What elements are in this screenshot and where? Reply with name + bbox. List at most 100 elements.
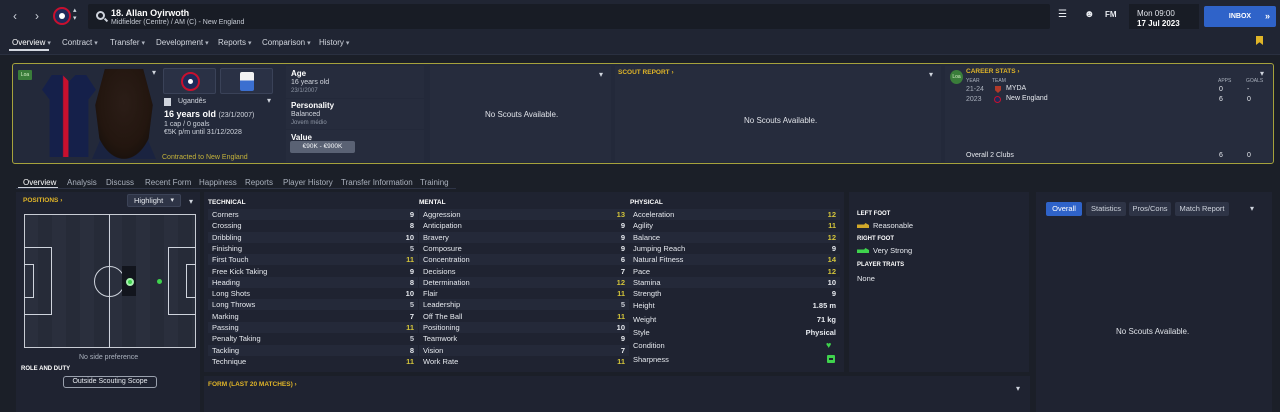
tab-training[interactable]: Training (420, 178, 449, 187)
left-foot-title: LEFT FOOT (857, 211, 891, 217)
attribute-row[interactable]: Leadership 5 (423, 300, 625, 311)
tab-match-report[interactable]: Match Report (1175, 202, 1229, 216)
back-arrow-icon[interactable]: ‹ (8, 9, 22, 23)
style-row: Style Physical (633, 328, 836, 339)
inbox-button[interactable]: INBOX (1204, 6, 1276, 27)
chevron-down-icon[interactable]: ▾ (599, 70, 603, 79)
positions-title[interactable]: POSITIONS › (23, 197, 62, 204)
attribute-row[interactable]: Acceleration 12 (633, 210, 836, 221)
attribute-row[interactable]: Aggression 13 (423, 210, 625, 221)
tab-discuss[interactable]: Discuss (106, 178, 134, 187)
date-display[interactable]: Mon 09:00 17 Jul 2023 (1129, 4, 1199, 29)
attribute-row[interactable]: Passing 11 (212, 323, 414, 334)
chevron-down-icon[interactable]: ▾ (1260, 69, 1264, 78)
primary-position-dot[interactable] (126, 278, 134, 286)
tab-pros-cons[interactable]: Pros/Cons (1129, 202, 1171, 216)
secondary-position-dot[interactable] (157, 279, 162, 284)
search-icon[interactable] (96, 11, 105, 20)
attribute-name: Technique (212, 356, 247, 366)
chevron-down-icon[interactable]: ▾ (929, 70, 933, 79)
menu-contract[interactable]: Contract (62, 38, 98, 47)
fm-logo[interactable]: FM (1105, 10, 1117, 19)
tab-transfer-information[interactable]: Transfer Information (341, 178, 413, 187)
attribute-row[interactable]: Dribbling 10 (212, 233, 414, 244)
forward-arrow-icon[interactable]: › (30, 9, 44, 23)
no-scouts-text: No Scouts Available. (485, 110, 559, 119)
career-stats-title[interactable]: CAREER STATS › (966, 68, 1020, 75)
menu-transfer[interactable]: Transfer (110, 38, 145, 47)
attribute-row[interactable]: Natural Fitness 14 (633, 255, 836, 266)
attribute-row[interactable]: First Touch 11 (212, 255, 414, 266)
attribute-name: Long Throws (212, 300, 256, 310)
chevron-down-icon[interactable]: ▾ (1016, 384, 1020, 393)
tab-statistics[interactable]: Statistics (1086, 202, 1126, 216)
attribute-row[interactable]: Long Throws 5 (212, 300, 414, 311)
nationality-label[interactable]: Ugandês (178, 98, 206, 105)
tab-overview[interactable]: Overview (23, 178, 56, 187)
attribute-row[interactable]: Technique 11 (212, 357, 414, 368)
position-pitch[interactable] (24, 214, 196, 348)
skull-icon[interactable]: ☻ (1084, 9, 1095, 20)
chevron-down-icon[interactable]: ▾ (152, 68, 156, 77)
attribute-row[interactable]: Bravery 9 (423, 233, 625, 244)
contracted-to[interactable]: Contracted to New England (162, 154, 248, 161)
menu-comparison[interactable]: Comparison (262, 38, 311, 47)
player-face-image[interactable] (92, 69, 156, 159)
career-team[interactable]: New England (1006, 95, 1048, 102)
up-down-arrows-icon[interactable]: ▴ ▾ (73, 7, 77, 23)
attribute-value: 7 (409, 311, 414, 321)
attribute-row[interactable]: Concentration 6 (423, 255, 625, 266)
scout-report-title[interactable]: SCOUT REPORT › (618, 69, 674, 76)
menu-active-underline (9, 49, 49, 51)
attribute-row[interactable]: Heading 8 (212, 278, 414, 289)
attribute-row[interactable]: Work Rate 11 (423, 357, 625, 368)
attribute-name: Composure (423, 243, 462, 253)
attribute-row[interactable]: Tackling 8 (212, 346, 414, 357)
age-line: 16 years old (164, 109, 217, 119)
attribute-row[interactable]: Vision 7 (423, 346, 625, 357)
tab-reports[interactable]: Reports (245, 178, 273, 187)
player-subtitle: Midfielder (Centre) / AM (C) - New Engla… (111, 19, 245, 26)
club-badge-icon[interactable] (53, 7, 71, 25)
value-range-pill[interactable]: €90K - €900K (290, 141, 355, 153)
tab-player-history[interactable]: Player History (283, 178, 333, 187)
attribute-name: Jumping Reach (633, 243, 686, 253)
caps-goals: 1 cap / 0 goals (164, 121, 210, 128)
menu-icon[interactable]: ☰ (1058, 9, 1067, 20)
form-title[interactable]: FORM (LAST 20 MATCHES) › (208, 381, 297, 388)
chevron-down-icon[interactable]: ▾ (1250, 204, 1254, 213)
highlight-select[interactable]: Highlight ▾ (127, 194, 181, 207)
height-value: 1.85 m (812, 301, 836, 310)
tab-overall[interactable]: Overall (1046, 202, 1082, 216)
sharpness-row: Sharpness (633, 355, 823, 366)
nation-flag-icon (240, 72, 254, 91)
club-badge-box[interactable] (163, 68, 216, 94)
attribute-row[interactable]: Strength 9 (633, 289, 836, 300)
attribute-row[interactable]: Positioning 10 (423, 323, 625, 334)
tab-happiness[interactable]: Happiness (199, 178, 237, 187)
career-apps: 6 (1219, 96, 1223, 103)
menu-development[interactable]: Development (156, 38, 209, 47)
menu-history[interactable]: History (319, 38, 349, 47)
outside-scouting-button[interactable]: Outside Scouting Scope (63, 376, 157, 388)
tab-analysis[interactable]: Analysis (67, 178, 97, 187)
tab-recent-form[interactable]: Recent Form (145, 178, 191, 187)
career-team[interactable]: MYDA (1006, 85, 1026, 92)
menu-reports[interactable]: Reports (218, 38, 252, 47)
attribute-row[interactable]: Determination 12 (423, 278, 625, 289)
attribute-name: Anticipation (423, 221, 462, 231)
attribute-value: 10 (405, 289, 414, 299)
nation-badge-box[interactable] (220, 68, 273, 94)
attribute-row[interactable]: Stamina 10 (633, 278, 836, 289)
player-header-search[interactable]: 18. Allan Oyirwoth Midfielder (Centre) /… (88, 4, 1050, 29)
col-apps: APPS (1218, 78, 1232, 84)
chevron-down-icon[interactable]: ▾ (189, 197, 193, 206)
attribute-name: Agility (633, 221, 654, 231)
attribute-row[interactable]: Balance 12 (633, 233, 836, 244)
player-traits-value: None (857, 274, 875, 283)
attribute-name: Flair (423, 289, 438, 299)
side-preference: No side preference (79, 354, 139, 361)
menu-overview[interactable]: Overview (12, 38, 51, 47)
chevron-down-icon[interactable]: ▾ (267, 96, 271, 105)
attribute-row[interactable]: Corners 9 (212, 210, 414, 221)
